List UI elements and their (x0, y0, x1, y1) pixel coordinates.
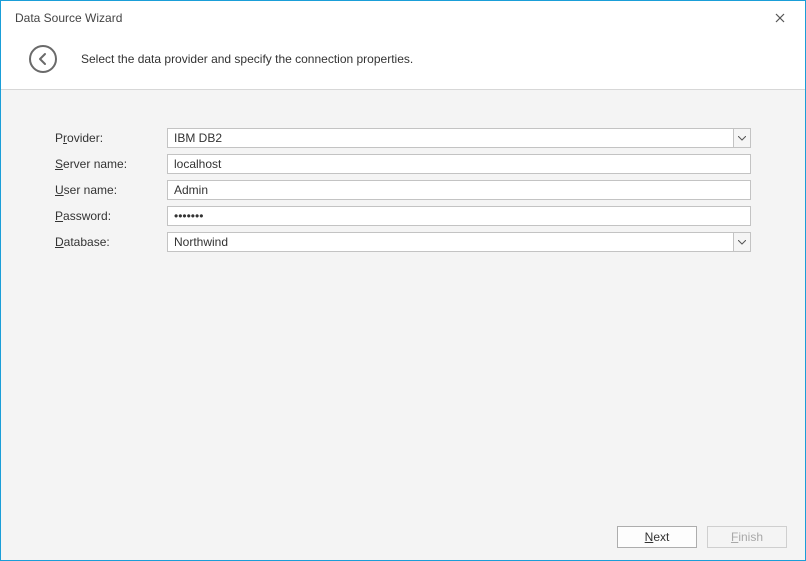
wizard-header: Select the data provider and specify the… (1, 35, 805, 90)
chevron-down-icon (738, 136, 746, 141)
arrow-left-icon (36, 52, 50, 66)
provider-dropdown-button[interactable] (733, 128, 751, 148)
chevron-down-icon (738, 240, 746, 245)
finish-button: Finish (707, 526, 787, 548)
server-row: Server name: (55, 154, 751, 174)
back-button[interactable] (29, 45, 57, 73)
user-input[interactable] (167, 180, 751, 200)
database-input[interactable] (167, 232, 733, 252)
password-input[interactable] (167, 206, 751, 226)
window-title: Data Source Wizard (15, 11, 765, 25)
wizard-body: Provider: Server name: User nam (1, 90, 805, 513)
database-combobox[interactable] (167, 232, 751, 252)
provider-label: Provider: (55, 131, 167, 145)
wizard-footer: Next Finish (1, 513, 805, 560)
user-label: User name: (55, 183, 167, 197)
wizard-instruction: Select the data provider and specify the… (81, 52, 413, 66)
provider-input[interactable] (167, 128, 733, 148)
next-button[interactable]: Next (617, 526, 697, 548)
user-row: User name: (55, 180, 751, 200)
titlebar: Data Source Wizard (1, 1, 805, 35)
password-label: Password: (55, 209, 167, 223)
connection-form: Provider: Server name: User nam (1, 90, 805, 252)
database-dropdown-button[interactable] (733, 232, 751, 252)
wizard-window: Data Source Wizard Select the data provi… (0, 0, 806, 561)
close-button[interactable] (765, 6, 795, 30)
database-label: Database: (55, 235, 167, 249)
provider-combobox[interactable] (167, 128, 751, 148)
provider-row: Provider: (55, 128, 751, 148)
server-label: Server name: (55, 157, 167, 171)
password-row: Password: (55, 206, 751, 226)
database-row: Database: (55, 232, 751, 252)
server-input[interactable] (167, 154, 751, 174)
close-icon (775, 13, 785, 23)
